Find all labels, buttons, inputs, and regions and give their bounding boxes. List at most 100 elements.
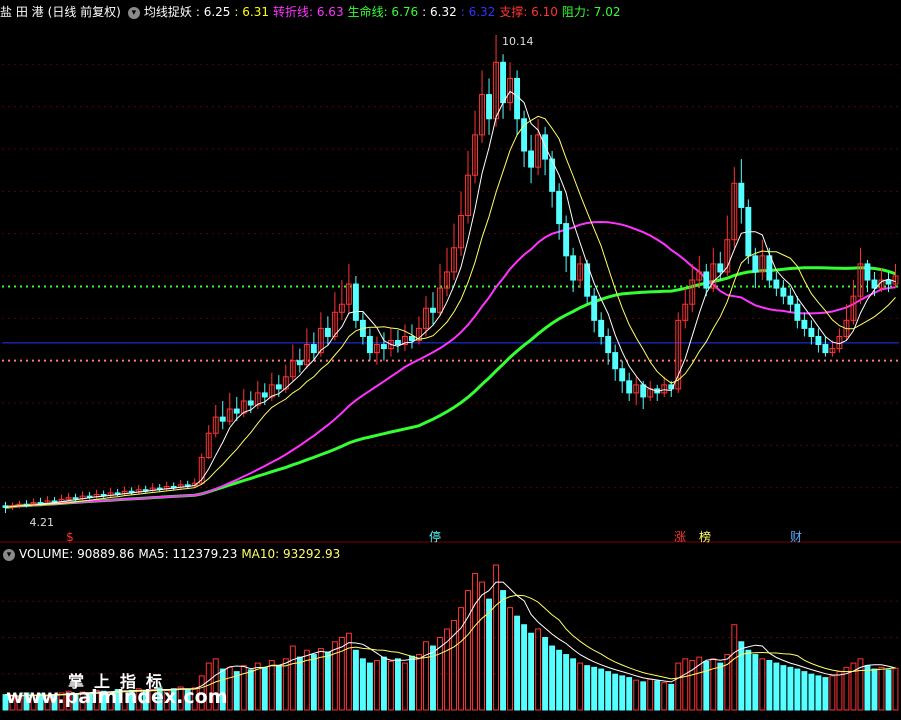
volume-bar bbox=[528, 632, 535, 711]
candle-body bbox=[233, 408, 240, 414]
candle-body bbox=[394, 340, 401, 346]
volume-bar bbox=[409, 655, 415, 711]
candle-body bbox=[787, 295, 794, 305]
volume-bar bbox=[423, 641, 429, 711]
volume-bar bbox=[549, 645, 556, 711]
candle-body bbox=[885, 279, 892, 285]
volume-bar bbox=[717, 662, 724, 711]
volume-bar bbox=[331, 641, 338, 711]
volume-bar bbox=[359, 658, 366, 711]
volume-bar bbox=[570, 658, 577, 711]
volume-bar bbox=[864, 665, 871, 711]
candle-body bbox=[184, 484, 191, 487]
candle-body bbox=[640, 384, 647, 398]
candle-body bbox=[170, 485, 177, 488]
volume-bar bbox=[801, 671, 808, 711]
candle-body bbox=[430, 307, 436, 313]
candle-body bbox=[570, 255, 577, 281]
volume-bar bbox=[373, 660, 380, 711]
volume-bar bbox=[633, 679, 640, 711]
volume-bar bbox=[794, 668, 801, 711]
candle-body bbox=[296, 360, 303, 366]
event-marker: 榜 bbox=[699, 529, 711, 544]
volume-bar bbox=[268, 660, 275, 711]
volume-bar bbox=[521, 624, 528, 711]
volume-bar bbox=[703, 660, 710, 711]
volume-bar bbox=[815, 675, 822, 711]
candle-body bbox=[815, 335, 822, 346]
candle-body bbox=[717, 263, 724, 273]
volume-bar bbox=[282, 658, 289, 711]
volume-bar bbox=[808, 673, 815, 711]
volume-bar bbox=[472, 573, 478, 711]
candle-body bbox=[780, 287, 787, 297]
volume-bar bbox=[240, 665, 247, 711]
volume-bar bbox=[584, 665, 591, 711]
volume-bar bbox=[387, 660, 394, 711]
volume-bar bbox=[598, 668, 605, 711]
volume-bar bbox=[535, 628, 542, 711]
volume-bar bbox=[626, 677, 633, 711]
volume-bar bbox=[640, 681, 647, 711]
candle-body bbox=[310, 344, 317, 354]
kline-chart[interactable]: 10.14 4.21 $ 停 涨榜 财 bbox=[0, 0, 901, 720]
volume-bar bbox=[233, 671, 240, 711]
candle-body bbox=[864, 263, 871, 281]
candle-body bbox=[528, 150, 535, 168]
volume-bar bbox=[289, 645, 296, 711]
candle-body bbox=[128, 490, 135, 493]
volume-bar bbox=[787, 666, 794, 711]
volume-bar bbox=[689, 660, 696, 711]
volume-bar bbox=[766, 660, 773, 711]
candle-body bbox=[612, 352, 619, 370]
volume-bar bbox=[647, 678, 654, 711]
candle-body bbox=[794, 303, 801, 321]
volume-bar bbox=[829, 675, 836, 711]
volume-bar bbox=[675, 662, 682, 711]
event-marker: 财 bbox=[790, 530, 802, 544]
candle-body bbox=[773, 279, 780, 289]
ma-fast-line bbox=[5, 90, 896, 508]
candle-body bbox=[801, 319, 808, 329]
volume-bar bbox=[324, 651, 331, 711]
volume-bar bbox=[366, 662, 373, 711]
candle-body bbox=[738, 182, 745, 208]
volume-bar bbox=[345, 632, 352, 711]
event-marker: 涨 bbox=[674, 529, 686, 544]
volume-bar bbox=[605, 671, 612, 711]
volume-bar bbox=[710, 658, 717, 711]
candle-body bbox=[324, 327, 331, 337]
candle-body bbox=[380, 344, 387, 350]
volume-bar bbox=[885, 669, 892, 711]
volume-bar bbox=[745, 649, 752, 711]
volume-bar bbox=[612, 673, 619, 711]
candle-body bbox=[72, 497, 79, 500]
candle-body bbox=[156, 487, 163, 490]
candle-body bbox=[871, 279, 878, 289]
candle-body bbox=[37, 502, 44, 505]
candle-body bbox=[275, 384, 282, 390]
volume-bar bbox=[871, 668, 878, 711]
volume-bar bbox=[465, 590, 471, 711]
high-label: 10.14 bbox=[502, 35, 534, 48]
volume-bar bbox=[310, 654, 317, 711]
candle-body bbox=[352, 283, 359, 321]
candle-body bbox=[219, 416, 226, 422]
candle-body bbox=[486, 94, 492, 120]
candle-body bbox=[366, 335, 373, 354]
candle-body bbox=[514, 77, 521, 120]
candle-body bbox=[563, 223, 570, 257]
volume-bar bbox=[780, 665, 787, 711]
candle-body bbox=[605, 335, 612, 354]
volume-bar bbox=[892, 667, 899, 711]
volume-bar bbox=[682, 658, 689, 711]
volume-bar bbox=[401, 662, 408, 711]
candle-body bbox=[766, 255, 773, 281]
candle-body bbox=[100, 494, 107, 497]
candle-body bbox=[598, 319, 605, 337]
candle-body bbox=[591, 295, 598, 321]
volume-bar bbox=[563, 654, 570, 711]
candle-body bbox=[808, 327, 815, 337]
volume-bar bbox=[773, 662, 780, 711]
volume-bar bbox=[577, 662, 584, 711]
